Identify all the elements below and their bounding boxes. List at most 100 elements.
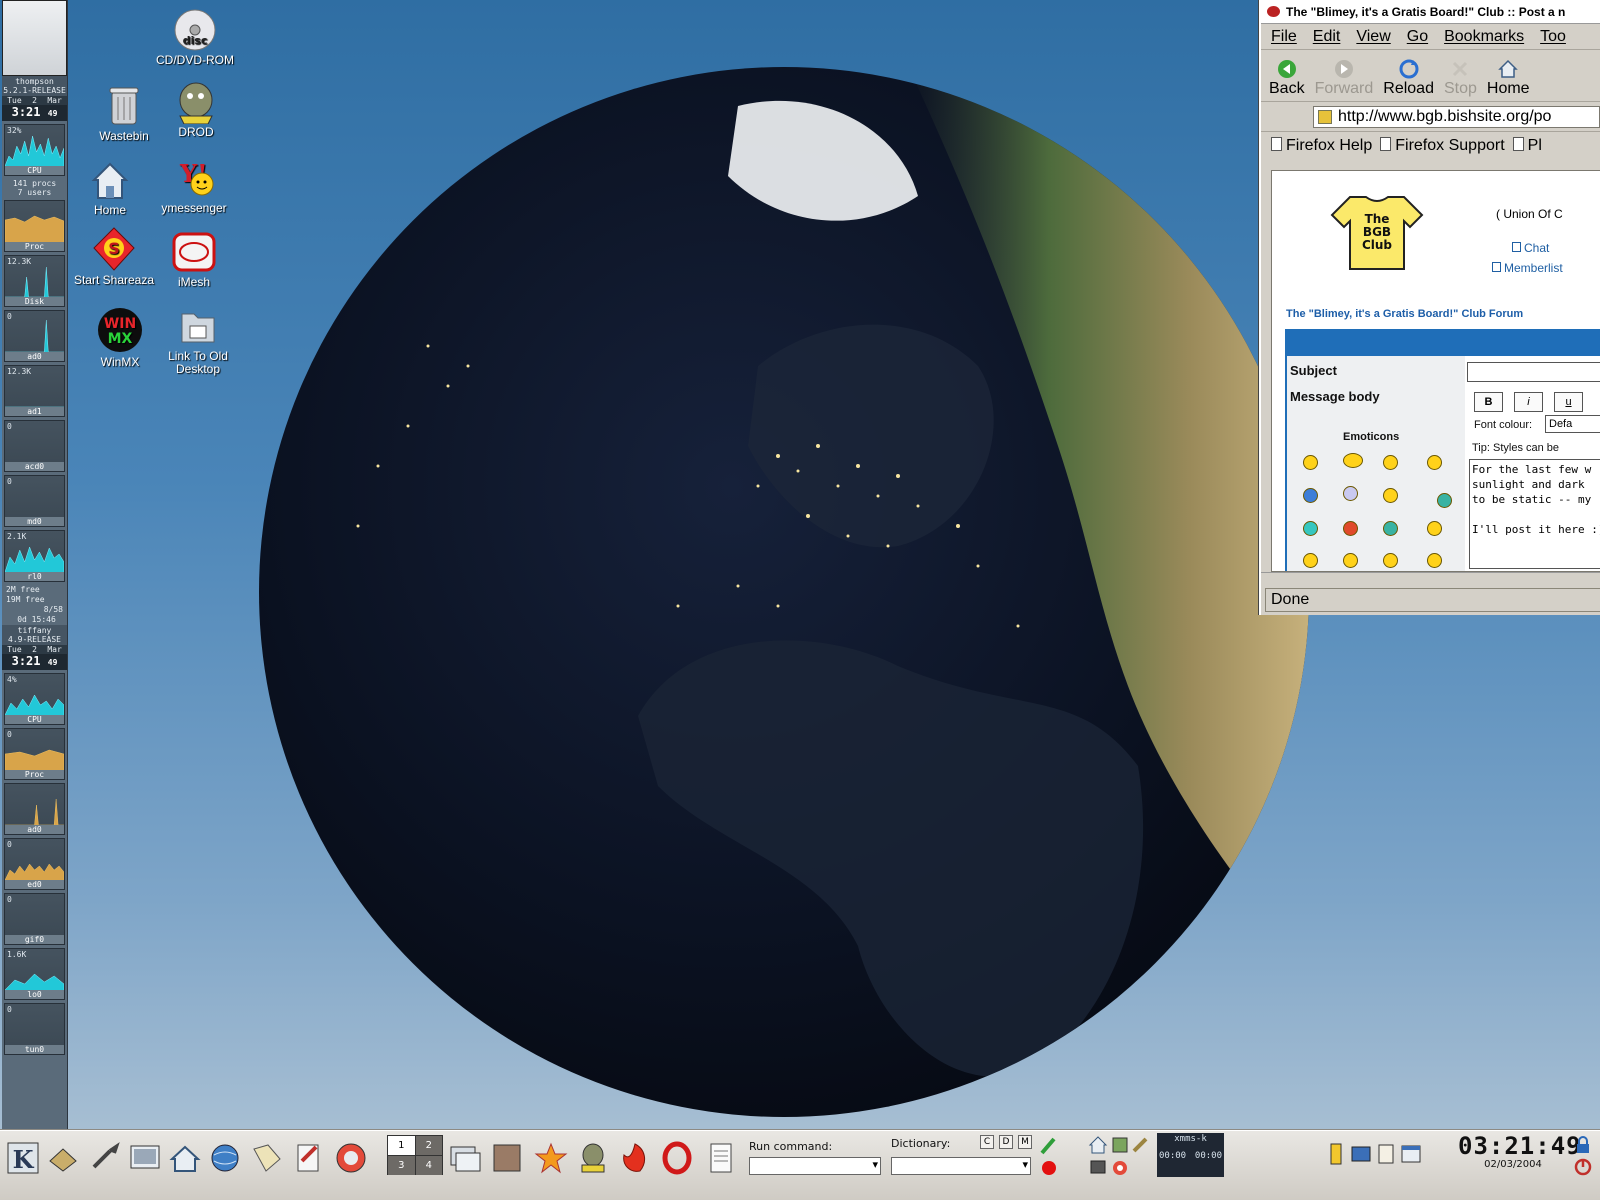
smiley-mad-icon[interactable]	[1343, 521, 1358, 536]
window-tray-icon[interactable]	[1400, 1141, 1422, 1167]
dict-m-button[interactable]: M	[1018, 1135, 1032, 1149]
desktop-icon-old-desktop[interactable]: Link To Old Desktop	[156, 304, 240, 376]
chat-link[interactable]: Chat	[1512, 241, 1549, 255]
xmms-applet[interactable]: xmms-k 00:00 00:00	[1157, 1133, 1224, 1177]
smiley-rolleyes-icon[interactable]	[1383, 553, 1398, 568]
menu-view[interactable]: View	[1356, 28, 1390, 46]
old-desktop-label-2: Desktop	[175, 362, 221, 376]
forward-button[interactable]: Forward	[1315, 59, 1373, 98]
image-viewer-icon[interactable]	[490, 1141, 524, 1175]
menu-tools[interactable]: Too	[1540, 28, 1566, 46]
pager-desktop-4[interactable]: 4	[415, 1156, 442, 1175]
smiley-confused-icon[interactable]	[1343, 486, 1358, 501]
menu-edit[interactable]: Edit	[1313, 28, 1341, 46]
memberlist-link[interactable]: Memberlist	[1492, 261, 1563, 275]
smiley-wave-icon[interactable]	[1303, 553, 1318, 568]
underline-button[interactable]: u	[1554, 392, 1583, 412]
firefox-launcher-icon[interactable]	[618, 1141, 652, 1175]
logo-line-1: The	[1365, 212, 1390, 226]
url-input[interactable]: http://www.bgb.bishsite.org/po	[1313, 105, 1600, 128]
office-icon[interactable]	[292, 1141, 326, 1175]
bookmark-firefox-help[interactable]: Firefox Help	[1271, 137, 1372, 155]
color-picker-icon[interactable]	[1038, 1135, 1060, 1155]
monitor-tray-icon[interactable]	[1088, 1159, 1108, 1177]
star-app-icon[interactable]	[534, 1141, 568, 1175]
gk-date-val-2: 2	[32, 645, 37, 654]
pager-desktop-3[interactable]: 3	[388, 1156, 415, 1175]
control-center-icon[interactable]	[88, 1141, 122, 1175]
show-desktop-icon[interactable]	[46, 1141, 80, 1175]
stop-button[interactable]: Stop	[1444, 59, 1477, 98]
reload-button[interactable]: Reload	[1383, 59, 1434, 98]
menu-bookmarks[interactable]: Bookmarks	[1444, 28, 1524, 46]
desktop-icon-winmx[interactable]: WIN MX WinMX	[78, 306, 162, 369]
smiley-neutral-icon[interactable]	[1427, 521, 1442, 536]
dictionary-input[interactable]	[891, 1157, 1031, 1175]
digital-clock[interactable]: 03:21:49 02/03/2004	[1458, 1133, 1581, 1177]
opera-icon[interactable]	[660, 1141, 694, 1175]
home-button[interactable]: Home	[1487, 59, 1530, 98]
network-tray-icon[interactable]	[1110, 1135, 1130, 1155]
bold-button[interactable]: B	[1474, 392, 1503, 412]
svg-text:S: S	[108, 239, 120, 258]
smiley-alien-icon[interactable]	[1437, 493, 1452, 508]
text-editor-icon[interactable]	[704, 1141, 738, 1175]
italic-button[interactable]: i	[1514, 392, 1543, 412]
lock-screen-icon[interactable]	[1572, 1135, 1594, 1155]
logout-icon[interactable]	[1572, 1157, 1594, 1177]
pager-desktop-1[interactable]: 1	[388, 1136, 415, 1155]
subject-input[interactable]	[1467, 362, 1600, 382]
forum-title-link[interactable]: The "Blimey, it's a Gratis Board!" Club …	[1286, 308, 1523, 320]
help-lifebuoy-icon[interactable]	[334, 1141, 368, 1175]
pencil-tray-icon[interactable]	[1130, 1135, 1150, 1155]
pager-desktop-2[interactable]: 2	[415, 1136, 442, 1155]
battery-tray-icon[interactable]	[1326, 1141, 1346, 1167]
window-list-icon[interactable]	[448, 1141, 482, 1175]
cdrom-disc-text: disc	[183, 34, 208, 47]
font-colour-select[interactable]: Defa	[1545, 415, 1600, 433]
smiley-smile-icon[interactable]	[1383, 455, 1398, 470]
kmail-icon[interactable]	[250, 1141, 284, 1175]
smiley-shocked-icon[interactable]	[1427, 553, 1442, 568]
smiley-cool-icon[interactable]	[1427, 455, 1442, 470]
desktop-icon-drod[interactable]: DROD	[154, 80, 238, 139]
smiley-razz-icon[interactable]	[1303, 521, 1318, 536]
smiley-biggrin-icon[interactable]	[1343, 453, 1363, 468]
menu-file[interactable]: File	[1271, 28, 1297, 46]
firefox-window-icon	[1267, 6, 1280, 17]
smiley-eek-icon[interactable]	[1383, 488, 1398, 503]
konqueror-icon[interactable]	[208, 1141, 242, 1175]
message-body-textarea[interactable]: For the last few w sunlight and dark to …	[1469, 459, 1600, 569]
dict-d-button[interactable]: D	[999, 1135, 1013, 1149]
smiley-happy-icon[interactable]	[1303, 455, 1318, 470]
horizontal-scrollbar[interactable]	[1261, 572, 1600, 586]
desktop-icon-home[interactable]: Home	[68, 158, 152, 217]
terminal-icon[interactable]	[128, 1141, 162, 1175]
record-icon[interactable]	[1040, 1159, 1058, 1177]
bookmark-firefox-support[interactable]: Firefox Support	[1380, 137, 1504, 155]
smiley-wink-icon[interactable]	[1343, 553, 1358, 568]
desktop-icon-imesh[interactable]: iMesh	[152, 230, 236, 289]
desktop-icon-ymessenger[interactable]: Y! ymessenger	[152, 156, 236, 215]
bookmark-pl[interactable]: Pl	[1513, 137, 1542, 155]
screen-tray-icon[interactable]	[1350, 1141, 1372, 1167]
run-command-input[interactable]	[749, 1157, 881, 1175]
dict-c-button[interactable]: C	[980, 1135, 994, 1149]
lifebuoy-tray-icon[interactable]	[1110, 1159, 1130, 1177]
desktop-icon-cdrom[interactable]: disc CD/DVD-ROM	[153, 8, 237, 67]
drod-taskbar-icon[interactable]	[576, 1141, 610, 1175]
firefox-window[interactable]: The "Blimey, it's a Gratis Board!" Club …	[1259, 0, 1600, 615]
smiley-grin-icon[interactable]	[1383, 521, 1398, 536]
desktop-icon-shareaza[interactable]: S Start Shareaza	[72, 226, 156, 287]
kde-menu-icon[interactable]: K	[6, 1141, 40, 1175]
xmms-times: 00:00 00:00	[1157, 1145, 1224, 1161]
gk-cpu-panel-2: 4% CPU	[4, 673, 65, 725]
back-button[interactable]: Back	[1269, 59, 1305, 98]
clipboard-tray-icon[interactable]	[1375, 1141, 1397, 1167]
smiley-sad-icon[interactable]	[1303, 488, 1318, 503]
gk-acd0-panel: 0 acd0	[4, 420, 65, 472]
window-titlebar[interactable]: The "Blimey, it's a Gratis Board!" Club …	[1261, 0, 1600, 24]
home-tray-icon[interactable]	[1088, 1135, 1108, 1155]
menu-go[interactable]: Go	[1407, 28, 1428, 46]
home-taskbar-icon[interactable]	[168, 1141, 202, 1175]
